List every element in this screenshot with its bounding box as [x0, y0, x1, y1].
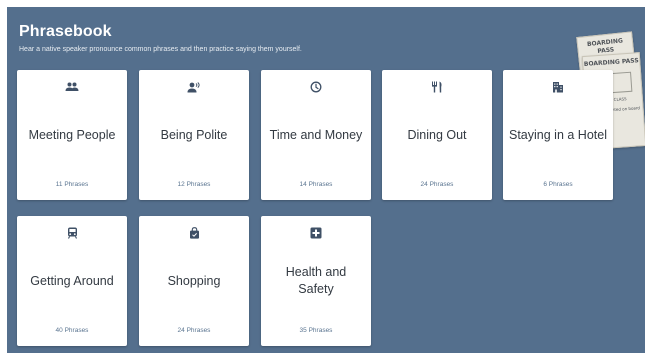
- phrase-count: 14 Phrases: [299, 181, 333, 188]
- card-getting-around[interactable]: Getting Around 40 Phrases: [17, 216, 127, 346]
- phrase-count: 35 Phrases: [299, 327, 333, 334]
- card-time-and-money[interactable]: Time and Money 14 Phrases: [261, 70, 371, 200]
- phrase-count: 12 Phrases: [177, 181, 211, 188]
- shopping-bag-icon: [139, 226, 249, 240]
- card-title: Time and Money: [269, 127, 363, 142]
- medical-cross-icon: [261, 226, 371, 240]
- page-subtitle: Hear a native speaker pronounce common p…: [19, 46, 302, 53]
- card-title: Staying in a Hotel: [509, 127, 607, 142]
- card-health-and-safety[interactable]: Health and Safety 35 Phrases: [261, 216, 371, 346]
- phrase-count: 11 Phrases: [55, 181, 89, 188]
- speaking-person-icon: [139, 80, 249, 94]
- card-title: Meeting People: [28, 127, 116, 142]
- card-title: Shopping: [167, 273, 221, 288]
- people-icon: [17, 80, 127, 94]
- phrase-count: 24 Phrases: [420, 181, 454, 188]
- header: Phrasebook Hear a native speaker pronoun…: [19, 23, 302, 53]
- card-dining-out[interactable]: Dining Out 24 Phrases: [382, 70, 492, 200]
- card-title: Getting Around: [30, 273, 114, 288]
- card-title: Health and Safety: [285, 265, 347, 296]
- card-staying-in-a-hotel[interactable]: Staying in a Hotel 6 Phrases: [503, 70, 613, 200]
- card-being-polite[interactable]: Being Polite 12 Phrases: [139, 70, 249, 200]
- hotel-building-icon: [503, 80, 613, 94]
- phrase-count: 40 Phrases: [55, 327, 89, 334]
- card-title: Being Polite: [160, 127, 228, 142]
- page-title: Phrasebook: [19, 23, 112, 40]
- phrasebook-panel: Phrasebook Hear a native speaker pronoun…: [7, 7, 645, 353]
- card-shopping[interactable]: Shopping 24 Phrases: [139, 216, 249, 346]
- phrase-count: 6 Phrases: [543, 181, 573, 188]
- boarding-pass-title: BOARDING PASS: [583, 57, 639, 69]
- train-icon: [17, 226, 127, 240]
- card-title: Dining Out: [407, 127, 467, 142]
- card-meeting-people[interactable]: Meeting People 11 Phrases: [17, 70, 127, 200]
- fork-knife-icon: [382, 80, 492, 94]
- phrase-count: 24 Phrases: [177, 327, 211, 334]
- clock-icon: [261, 80, 371, 94]
